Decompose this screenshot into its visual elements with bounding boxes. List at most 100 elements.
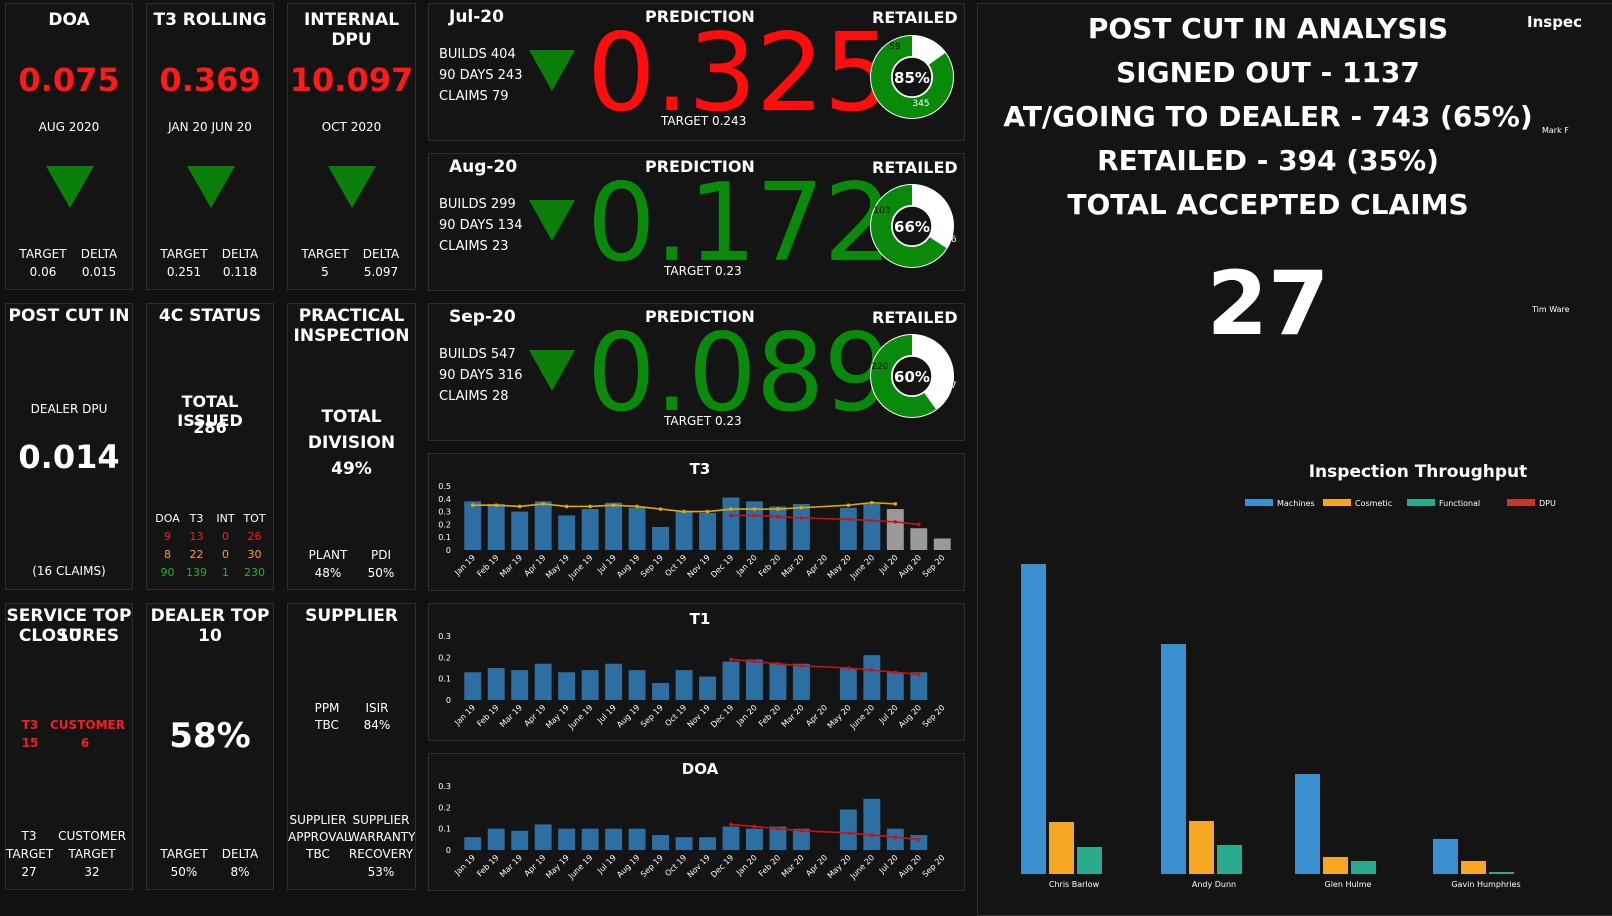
service-customer-value: 6: [80, 736, 90, 750]
trend-point: [729, 507, 733, 511]
legend-swatch: [1245, 499, 1273, 506]
4c-header-doa: DOA: [155, 512, 180, 525]
4c-row: 9 13 0 26: [153, 528, 269, 546]
90-days-count: 90 DAYS 243: [439, 68, 523, 83]
bar: [652, 835, 669, 850]
internal-dpu-tile: INTERNAL DPU 10.097 OCT 2020 TARGET DELT…: [287, 3, 416, 290]
trend-point: [729, 657, 733, 662]
trend-point: [752, 824, 757, 829]
supplier-tile: SUPPLIER PPM ISIR TBC 84% SUPPLIER APPRO…: [287, 603, 416, 890]
t3-target-value: 27: [21, 865, 37, 879]
down-arrow-icon: [328, 166, 376, 208]
category-label: Chris Barlow: [1049, 880, 1100, 889]
4c-cell: 230: [244, 566, 265, 579]
t3-trend-chart: T3 00.10.20.30.40.5Jan 19Feb 19Mar 19Apr…: [438, 460, 951, 581]
trend-point: [916, 672, 921, 677]
bar: [487, 828, 505, 850]
doa-value: 0.075: [18, 61, 120, 99]
x-tick-label: Feb 20: [757, 553, 782, 578]
bar: [839, 668, 857, 700]
x-tick-label: Mar 19: [498, 853, 524, 879]
trend-point: [588, 504, 592, 509]
doa-delta-label: DELTA: [80, 247, 118, 261]
4c-cell: 30: [247, 548, 262, 561]
4c-cell: 139: [186, 566, 207, 579]
bar: [886, 509, 904, 550]
category-label: Glen Hulme: [1325, 880, 1372, 889]
total-accepted-claims-value: 27: [1206, 252, 1330, 355]
legend-swatch: [1407, 499, 1435, 506]
x-tick-label: Jan 19: [452, 703, 477, 728]
supplier-approval-label-2: APPROVAL: [288, 830, 351, 844]
prediction-panel-sep: Sep-20 PREDICTION RETAILED BUILDS 547 90…: [428, 303, 965, 441]
y-tick-label: 0: [446, 696, 451, 705]
x-tick-label: Dec 19: [709, 703, 735, 729]
x-tick-label: Jan 20: [734, 703, 759, 728]
ppm-label: PPM: [314, 701, 340, 715]
doa-delta: 0.015: [81, 265, 117, 279]
category-label: Andy Dunn: [1192, 880, 1236, 889]
x-tick-label: Dec 19: [709, 853, 735, 879]
edge-title: Inspec: [1527, 13, 1582, 31]
bar: [652, 682, 669, 700]
t3-rolling-title: T3 ROLLING: [153, 10, 267, 30]
total-issued-value: 286: [193, 418, 227, 437]
throughput-bar: [1433, 839, 1458, 874]
trend-point: [776, 507, 780, 511]
legend-swatch: [1323, 499, 1351, 506]
x-tick-label: Mar 19: [498, 553, 524, 579]
trend-point: [776, 661, 780, 666]
trend-point: [635, 504, 639, 509]
prediction-stats: BUILDS 299 90 DAYS 134 CLAIMS 23: [439, 194, 522, 257]
x-tick-label: Jan 20: [734, 853, 759, 878]
throughput-bar: [1189, 821, 1214, 874]
t3-rolling-period: JAN 20 JUN 20: [168, 120, 252, 134]
trend-point: [846, 517, 851, 522]
practical-inspection-tile: PRACTICAL INSPECTION TOTAL DIVISION 49% …: [287, 303, 416, 590]
bar: [863, 503, 881, 550]
x-tick-label: Sep 20: [921, 853, 947, 879]
bar: [699, 676, 716, 700]
dealer-top10-tile: DEALER TOP 10 58% TARGET DELTA 50% 8%: [146, 603, 274, 890]
bar: [792, 663, 810, 700]
legend-swatch: [1507, 499, 1535, 506]
plant-value: 48%: [314, 566, 342, 580]
edge-name-1: Mark F: [1542, 126, 1569, 135]
legend-label: Cosmetic: [1355, 499, 1392, 508]
y-tick-label: 0.1: [438, 675, 451, 684]
throughput-bar: [1489, 872, 1514, 874]
retailed-donut: 60% 220 327: [870, 334, 957, 418]
post-cut-claims: (16 CLAIMS): [32, 564, 106, 578]
4c-header-int: INT: [216, 512, 235, 525]
analysis-line-1: POST CUT IN ANALYSIS: [1087, 12, 1449, 45]
x-tick-label: May 19: [544, 553, 571, 580]
t3-target-label-1: T3: [21, 829, 37, 843]
claims-count: CLAIMS 28: [439, 389, 509, 404]
trend-point: [752, 507, 757, 511]
4c-header-tot: TOT: [243, 512, 266, 525]
bar: [722, 661, 740, 700]
bar: [699, 837, 716, 850]
analysis-line-4: RETAILED - 394 (35%): [1097, 144, 1439, 177]
4c-cell: 22: [189, 548, 204, 561]
dpu-target-label: TARGET: [301, 247, 349, 261]
bar: [628, 507, 646, 550]
4c-cell: 0: [222, 548, 229, 561]
post-cut-analysis-panel: POST CUT IN ANALYSIS SIGNED OUT - 1137 A…: [977, 3, 1612, 916]
x-tick-label: Mar 20: [780, 553, 806, 579]
retailed-donut: 85% 59 345: [870, 35, 954, 119]
doa-trend-chart: DOA 00.10.20.3Jan 19Feb 19Mar 19Apr 19Ma…: [438, 760, 947, 881]
trend-point: [517, 504, 522, 509]
chart-title: T1: [690, 610, 711, 628]
down-arrow-icon: [529, 350, 575, 391]
t3-target: 0.251: [166, 265, 202, 279]
prediction-month: Jul-20: [449, 7, 504, 27]
bar: [464, 672, 482, 700]
prediction-target: TARGET 0.243: [661, 114, 747, 128]
90-days-count: 90 DAYS 134: [439, 218, 523, 233]
t3-rolling-value: 0.369: [159, 61, 261, 99]
trend-point: [541, 502, 545, 506]
throughput-bar: [1049, 822, 1074, 874]
y-tick-label: 0.3: [438, 508, 451, 517]
4c-cell: 9: [164, 530, 171, 543]
